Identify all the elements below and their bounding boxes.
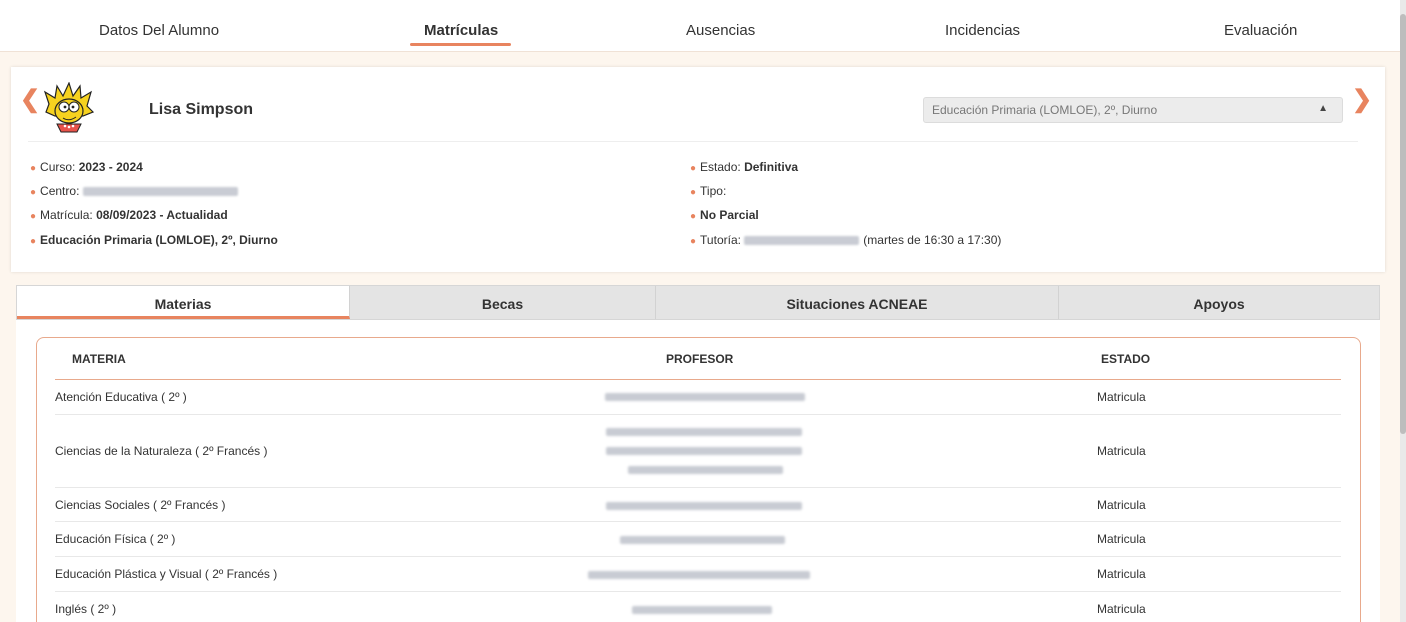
estado-value: Definitiva bbox=[744, 160, 799, 174]
row-estado: Matricula bbox=[1097, 498, 1146, 512]
redacted-profesor bbox=[606, 447, 802, 455]
matricula-value: 08/09/2023 - Actualidad bbox=[96, 208, 228, 222]
page-scrollbar[interactable] bbox=[1400, 0, 1406, 622]
row-estado: Matricula bbox=[1097, 444, 1146, 458]
header-estado: ESTADO bbox=[1101, 352, 1151, 366]
row-materia: Inglés ( 2º ) bbox=[55, 602, 117, 616]
row-materia: Educación Plástica y Visual ( 2º Francés… bbox=[55, 567, 278, 581]
dot-icon: ● bbox=[690, 211, 697, 222]
dot-icon: ● bbox=[30, 163, 37, 174]
redacted-profesor bbox=[632, 606, 772, 614]
row-separator bbox=[55, 556, 1341, 557]
row-materia: Atención Educativa ( 2º ) bbox=[55, 390, 187, 404]
row-separator bbox=[55, 414, 1341, 415]
redacted-profesor bbox=[605, 393, 805, 401]
tab-incidencias[interactable]: Incidencias bbox=[945, 22, 1020, 39]
curso-value: 2023 - 2024 bbox=[78, 160, 143, 174]
subtab-apoyos[interactable]: Apoyos bbox=[1059, 286, 1379, 319]
redacted-profesor bbox=[606, 428, 802, 436]
tab-evaluacion[interactable]: Evaluación bbox=[1224, 22, 1297, 39]
student-name: Lisa Simpson bbox=[149, 101, 254, 118]
detail-ensenanza: ● Educación Primaria (LOMLOE), 2º, Diurno bbox=[30, 233, 278, 247]
student-avatar bbox=[43, 82, 95, 133]
tutoria-schedule: (martes de 16:30 a 17:30) bbox=[863, 233, 1002, 247]
row-separator bbox=[55, 591, 1341, 592]
redacted-tutor bbox=[744, 236, 860, 246]
tab-datos-del-alumno[interactable]: Datos Del Alumno bbox=[99, 22, 219, 39]
dot-icon: ● bbox=[30, 211, 37, 222]
detail-parcial: ● No Parcial bbox=[690, 208, 759, 222]
dot-icon: ● bbox=[690, 236, 697, 247]
dot-icon: ● bbox=[30, 187, 37, 198]
row-separator bbox=[55, 521, 1341, 522]
dot-icon: ● bbox=[690, 163, 697, 174]
enrollment-subtabs: Materias Becas Situaciones ACNEAE Apoyos bbox=[16, 285, 1380, 320]
redacted-profesor bbox=[606, 502, 802, 510]
card-divider bbox=[28, 141, 1358, 142]
enrollment-select-value: Educación Primaria (LOMLOE), 2º, Diurno bbox=[932, 103, 1158, 117]
dot-icon: ● bbox=[30, 236, 37, 247]
redacted-profesor bbox=[628, 466, 783, 474]
ensenanza-value: Educación Primaria (LOMLOE), 2º, Diurno bbox=[40, 233, 278, 247]
sort-caret-icon: ▲︎ bbox=[1318, 103, 1328, 114]
row-separator bbox=[55, 487, 1341, 488]
header-profesor: PROFESOR bbox=[666, 352, 734, 366]
subtab-becas[interactable]: Becas bbox=[350, 286, 656, 319]
row-estado: Matricula bbox=[1097, 390, 1146, 404]
row-materia: Ciencias de la Naturaleza ( 2º Francés ) bbox=[55, 444, 268, 458]
subtab-situaciones-acneae[interactable]: Situaciones ACNEAE bbox=[656, 286, 1059, 319]
row-materia: Ciencias Sociales ( 2º Francés ) bbox=[55, 498, 226, 512]
row-estado: Matricula bbox=[1097, 567, 1146, 581]
detail-tutoria: ● Tutoría: (martes de 16:30 a 17:30) bbox=[690, 233, 1002, 247]
header-divider bbox=[55, 379, 1341, 380]
dot-icon: ● bbox=[690, 187, 697, 198]
redacted-profesor bbox=[620, 536, 785, 544]
detail-centro: ● Centro: bbox=[30, 184, 238, 198]
enrollment-select[interactable]: Educación Primaria (LOMLOE), 2º, Diurno … bbox=[923, 97, 1343, 123]
row-estado: Matricula bbox=[1097, 532, 1146, 546]
subtab-materias[interactable]: Materias bbox=[17, 286, 350, 319]
redacted-centro bbox=[82, 187, 238, 197]
row-materia: Educación Física ( 2º ) bbox=[55, 532, 176, 546]
active-tab-underline bbox=[410, 43, 511, 46]
detail-curso: ● Curso: 2023 - 2024 bbox=[30, 160, 143, 174]
top-navigation: Datos Del Alumno Matrículas Ausencias In… bbox=[0, 0, 1400, 52]
tab-ausencias[interactable]: Ausencias bbox=[686, 22, 755, 39]
row-estado: Matricula bbox=[1097, 602, 1146, 616]
parcial-value: No Parcial bbox=[700, 208, 759, 222]
next-student-chevron-right-icon[interactable]: ❯ bbox=[1352, 88, 1372, 112]
detail-estado: ● Estado: Definitiva bbox=[690, 160, 799, 174]
detail-matricula: ● Matrícula: 08/09/2023 - Actualidad bbox=[30, 208, 228, 222]
detail-tipo: ● Tipo: bbox=[690, 184, 727, 198]
tab-matriculas[interactable]: Matrículas bbox=[424, 22, 498, 39]
previous-student-chevron-left-icon[interactable]: ❮ bbox=[20, 88, 40, 112]
header-materia: MATERIA bbox=[72, 352, 126, 366]
redacted-profesor bbox=[588, 571, 810, 579]
scrollbar-thumb[interactable] bbox=[1400, 14, 1406, 434]
